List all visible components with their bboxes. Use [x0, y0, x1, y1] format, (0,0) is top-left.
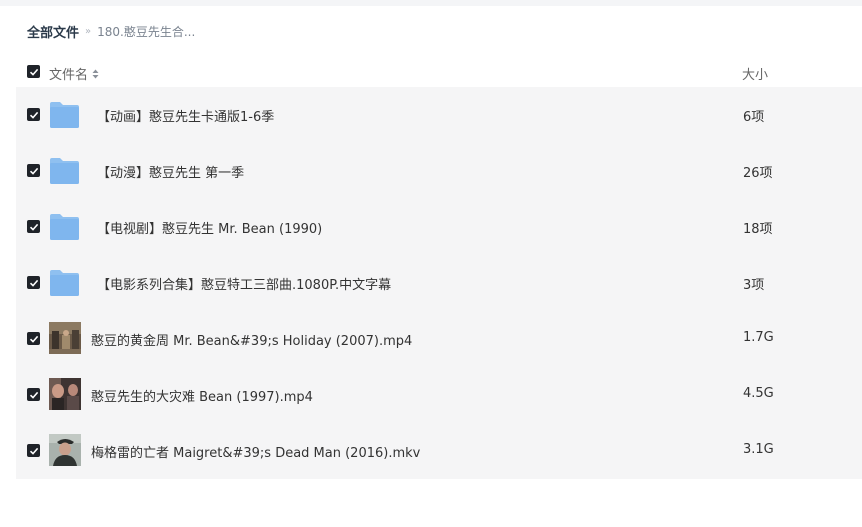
check-icon: [29, 68, 38, 76]
breadcrumb-root-link[interactable]: 全部文件: [27, 22, 79, 41]
file-name[interactable]: 梅格雷的亡者 Maigret&#39;s Dead Man (2016).mkv: [91, 442, 420, 461]
breadcrumb-current: 180.憨豆先生合...: [97, 24, 196, 39]
file-size: 3.1G: [743, 442, 774, 457]
folder-icon: [50, 270, 79, 296]
file-name[interactable]: 【动漫】憨豆先生 第一季: [97, 162, 244, 181]
file-size: 1.7G: [743, 330, 774, 345]
file-name[interactable]: 【动画】憨豆先生卡通版1-6季: [97, 106, 274, 125]
breadcrumb-separator: »: [85, 25, 92, 37]
file-name[interactable]: 【电影系列合集】憨豆特工三部曲.1080P.中文字幕: [97, 274, 391, 293]
check-icon: [29, 223, 38, 231]
row-checkbox[interactable]: [27, 332, 40, 345]
file-list: 【动画】憨豆先生卡通版1-6季 6项 【动漫】憨豆先生 第一季 26项 【电视剧…: [16, 87, 862, 479]
file-list-header: 文件名 大小: [16, 56, 862, 88]
check-icon: [29, 447, 38, 455]
file-size: 18项: [743, 222, 773, 237]
file-row[interactable]: 憨豆先生的大灾难 Bean (1997).mp4 4.5G: [16, 367, 862, 423]
check-icon: [29, 335, 38, 343]
video-thumbnail: [49, 322, 81, 354]
column-header-name-label: 文件名: [49, 68, 89, 83]
file-size: 4.5G: [743, 386, 774, 401]
check-icon: [29, 167, 38, 175]
column-header-size[interactable]: 大小: [742, 64, 768, 83]
video-thumbnail: [49, 434, 81, 466]
column-header-name[interactable]: 文件名: [49, 64, 99, 83]
file-row[interactable]: 梅格雷的亡者 Maigret&#39;s Dead Man (2016).mkv…: [16, 423, 862, 479]
file-size: 3项: [743, 278, 765, 293]
select-all-checkbox[interactable]: [27, 65, 40, 78]
file-size: 26项: [743, 166, 773, 181]
folder-icon: [50, 214, 79, 240]
file-name[interactable]: 憨豆先生的大灾难 Bean (1997).mp4: [91, 386, 313, 405]
check-icon: [29, 279, 38, 287]
file-size: 6项: [743, 110, 765, 125]
breadcrumb: 全部文件 » 180.憨豆先生合...: [27, 22, 196, 41]
file-row[interactable]: 憨豆的黄金周 Mr. Bean&#39;s Holiday (2007).mp4…: [16, 311, 862, 367]
file-row[interactable]: 【动画】憨豆先生卡通版1-6季 6项: [16, 87, 862, 143]
file-name[interactable]: 【电视剧】憨豆先生 Mr. Bean (1990): [97, 218, 322, 237]
folder-icon: [50, 158, 79, 184]
file-row[interactable]: 【电视剧】憨豆先生 Mr. Bean (1990) 18项: [16, 199, 862, 255]
row-checkbox[interactable]: [27, 108, 40, 121]
row-checkbox[interactable]: [27, 388, 40, 401]
file-name[interactable]: 憨豆的黄金周 Mr. Bean&#39;s Holiday (2007).mp4: [91, 330, 412, 349]
row-checkbox[interactable]: [27, 164, 40, 177]
check-icon: [29, 391, 38, 399]
row-checkbox[interactable]: [27, 220, 40, 233]
sort-icon[interactable]: [92, 69, 99, 79]
video-thumbnail: [49, 378, 81, 410]
file-row[interactable]: 【动漫】憨豆先生 第一季 26项: [16, 143, 862, 199]
row-checkbox[interactable]: [27, 276, 40, 289]
folder-icon: [50, 102, 79, 128]
file-row[interactable]: 【电影系列合集】憨豆特工三部曲.1080P.中文字幕 3项: [16, 255, 862, 311]
top-divider: [0, 0, 862, 6]
row-checkbox[interactable]: [27, 444, 40, 457]
check-icon: [29, 111, 38, 119]
